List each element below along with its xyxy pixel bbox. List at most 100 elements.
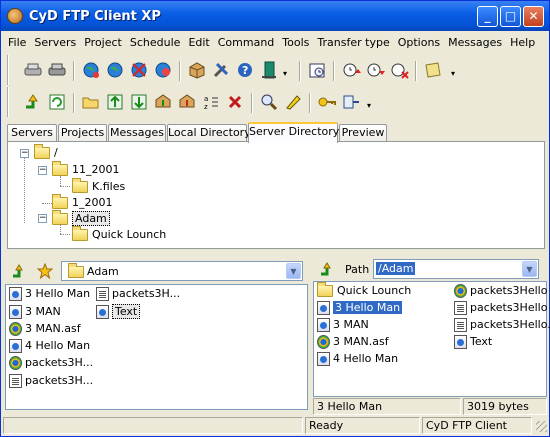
tab-messages[interactable]: Messages: [108, 124, 166, 142]
list-item[interactable]: packets3H...: [96, 286, 180, 302]
menu-schedule[interactable]: Schedule: [126, 33, 185, 49]
exit-door-icon[interactable]: [259, 60, 279, 80]
list-item-selected[interactable]: 3 Hello Man: [317, 300, 403, 316]
toolbar-more-chevron-icon[interactable]: ▾: [367, 92, 377, 112]
menu-command[interactable]: Command: [214, 33, 279, 49]
remote-file-list[interactable]: Quick Lounch 3 Hello Man 3 MAN 3 MAN.asf…: [313, 281, 550, 397]
local-file-list[interactable]: 3 Hello Man 3 MAN 3 MAN.asf 4 Hello Man …: [5, 284, 308, 410]
key-icon[interactable]: [317, 92, 337, 112]
menu-servers[interactable]: Servers: [30, 33, 80, 49]
menu-messages[interactable]: Messages: [444, 33, 506, 49]
favorites-star-icon[interactable]: [36, 262, 54, 280]
tree-node-1-2001[interactable]: 1_2001: [52, 194, 113, 211]
move-up-icon[interactable]: [153, 92, 173, 112]
tab-preview[interactable]: Preview: [339, 124, 387, 142]
menu-transfer-type[interactable]: Transfer type: [313, 33, 393, 49]
maximize-button[interactable]: □: [500, 6, 521, 27]
sort-az-icon[interactable]: az: [201, 92, 221, 112]
globe-stop-icon[interactable]: [129, 60, 149, 80]
upload-icon[interactable]: [105, 92, 125, 112]
menu-edit[interactable]: Edit: [184, 33, 213, 49]
app-icon[interactable]: [7, 8, 23, 24]
tree-node-quick-lounch[interactable]: Quick Lounch: [72, 226, 166, 243]
folder-icon: [72, 178, 88, 193]
globe-connect-icon[interactable]: [81, 60, 101, 80]
notes-icon[interactable]: [423, 60, 443, 80]
remote-path-dropdown[interactable]: /Adam ▼: [373, 259, 539, 279]
server-directory-tree[interactable]: − / − 11_2001 K.files 1_2001 − Adam Quic…: [7, 141, 545, 249]
package-icon[interactable]: [187, 60, 207, 80]
refresh-icon[interactable]: [47, 92, 67, 112]
document-file-icon: [454, 318, 467, 332]
tools-icon[interactable]: [211, 60, 231, 80]
list-item[interactable]: packets3Hello: [454, 300, 547, 316]
tree-node-k-files[interactable]: K.files: [72, 178, 125, 195]
tab-projects[interactable]: Projects: [58, 124, 107, 142]
menu-file[interactable]: File: [4, 33, 30, 49]
tree-node-root[interactable]: /: [34, 144, 58, 161]
globe-refresh-icon[interactable]: [153, 60, 173, 80]
toolbar-main: ? ▾ ▾: [7, 55, 497, 85]
collapse-icon[interactable]: −: [38, 166, 47, 175]
close-button[interactable]: ✕: [523, 6, 544, 27]
tree-line: [60, 224, 61, 234]
menu-tools[interactable]: Tools: [278, 33, 313, 49]
menu-help[interactable]: Help: [506, 33, 539, 49]
menu-options[interactable]: Options: [394, 33, 444, 49]
local-path-dropdown[interactable]: Adam ▼: [61, 261, 303, 281]
download-icon[interactable]: [129, 92, 149, 112]
tab-servers[interactable]: Servers: [7, 124, 57, 142]
folder-up-icon[interactable]: [319, 261, 335, 277]
text-file-icon: [454, 335, 467, 349]
list-item[interactable]: 3 MAN.asf: [9, 321, 81, 337]
list-item[interactable]: Text: [454, 334, 492, 350]
list-item[interactable]: 3 MAN: [317, 317, 369, 333]
folder-up-icon[interactable]: [11, 263, 27, 279]
list-item[interactable]: 3 Hello Man: [9, 286, 90, 302]
menu-project[interactable]: Project: [80, 33, 126, 49]
rename-icon[interactable]: [283, 92, 303, 112]
list-item[interactable]: packets3Hello: [454, 283, 547, 299]
tree-line: [60, 234, 70, 235]
scheduler-icon[interactable]: [307, 60, 327, 80]
list-item[interactable]: 3 MAN: [9, 304, 61, 320]
remote-selected-name: 3 Hello Man: [313, 398, 461, 415]
collapse-icon[interactable]: −: [20, 149, 29, 158]
chevron-down-icon[interactable]: ▼: [286, 263, 301, 279]
title-bar[interactable]: CyD FTP Client XP _ □ ✕: [1, 1, 549, 31]
tab-server-directory[interactable]: Server Directory: [248, 122, 339, 143]
connect-plug-icon[interactable]: [341, 92, 361, 112]
list-item[interactable]: packets3H...: [9, 355, 93, 371]
list-item[interactable]: 3 MAN.asf: [317, 334, 389, 350]
tree-node-11-2001[interactable]: 11_2001: [52, 161, 120, 178]
move-down-icon[interactable]: [177, 92, 197, 112]
help-icon[interactable]: ?: [235, 60, 255, 80]
tab-local-directory[interactable]: Local Directory: [167, 124, 251, 142]
collapse-icon[interactable]: −: [38, 214, 47, 223]
resize-grip[interactable]: [536, 421, 547, 432]
timer-down-icon[interactable]: [365, 60, 385, 80]
minimize-button[interactable]: _: [477, 6, 498, 27]
list-item[interactable]: 4 Hello Man: [9, 338, 90, 354]
connect-icon[interactable]: [23, 60, 43, 80]
globe-icon[interactable]: [105, 60, 125, 80]
toolbar-more-chevron-icon[interactable]: ▾: [283, 60, 293, 80]
toolbar-more-chevron-icon[interactable]: ▾: [451, 60, 461, 80]
list-item[interactable]: 4 Hello Man: [317, 351, 398, 367]
remote-path-value[interactable]: /Adam: [376, 262, 416, 275]
delete-icon[interactable]: [225, 92, 245, 112]
media-file-icon: [9, 305, 22, 319]
find-icon[interactable]: [259, 92, 279, 112]
list-item[interactable]: Quick Lounch: [317, 282, 411, 299]
timer-delete-icon[interactable]: [389, 60, 409, 80]
list-item[interactable]: packets3Hello.: [454, 317, 550, 333]
open-folder-icon[interactable]: [81, 92, 101, 112]
timer-up-icon[interactable]: [341, 60, 361, 80]
disconnect-icon[interactable]: [47, 60, 67, 80]
chevron-down-icon[interactable]: ▼: [522, 261, 537, 277]
asf-file-icon: [317, 335, 330, 349]
folder-up-icon[interactable]: [23, 92, 43, 112]
list-item-selected[interactable]: Text: [96, 304, 141, 320]
document-file-icon: [454, 301, 467, 315]
list-item[interactable]: packets3H...: [9, 373, 93, 389]
